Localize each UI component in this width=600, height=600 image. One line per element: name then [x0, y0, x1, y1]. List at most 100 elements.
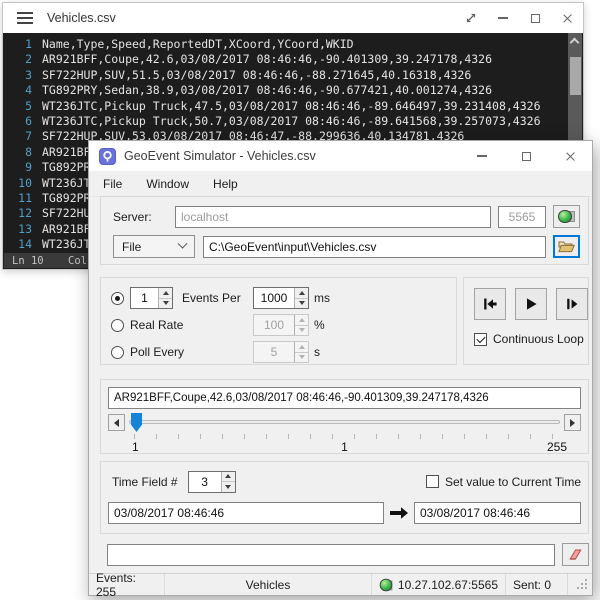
- real-rate-label: Real Rate: [130, 318, 183, 332]
- continuous-loop-checkbox[interactable]: [474, 333, 487, 346]
- slider-min-label: 1: [132, 440, 139, 454]
- minimize-button[interactable]: [460, 141, 504, 171]
- scrollbar-thumb[interactable]: [570, 57, 581, 95]
- connection-group: Server: File: [100, 196, 589, 265]
- log-row: [107, 543, 589, 566]
- left-arrow-icon: [114, 419, 119, 427]
- resize-grip-icon[interactable]: [577, 579, 588, 590]
- right-arrow-icon: [389, 506, 409, 520]
- menu-help[interactable]: Help: [203, 177, 248, 191]
- spinner-down-icon[interactable]: [295, 298, 308, 309]
- open-folder-icon: [558, 240, 575, 253]
- set-current-time-checkbox[interactable]: [426, 475, 439, 488]
- skip-to-start-icon: [481, 295, 499, 313]
- time-field-label: Time Field #: [112, 475, 178, 489]
- server-label: Server:: [113, 210, 175, 224]
- browse-file-button[interactable]: [553, 235, 580, 258]
- port-input[interactable]: [498, 206, 546, 228]
- playback-group: Continuous Loop: [463, 277, 589, 365]
- slider-ticks: [134, 434, 555, 439]
- slider-track[interactable]: [129, 420, 560, 424]
- endpoint-address: 10.27.102.67:5565: [398, 578, 498, 592]
- events-count-spinner[interactable]: 1: [130, 287, 173, 309]
- poll-every-spinner: 5: [253, 341, 309, 363]
- hamburger-menu-icon[interactable]: [17, 12, 33, 24]
- event-slider[interactable]: [108, 413, 581, 433]
- poll-every-label: Poll Every: [130, 345, 184, 359]
- events-per-label: Events Per: [182, 291, 241, 305]
- set-current-time-label: Set value to Current Time: [445, 475, 581, 489]
- spinner-up-icon[interactable]: [222, 472, 235, 482]
- connect-button[interactable]: [553, 205, 580, 228]
- play-icon: [522, 295, 540, 313]
- source-type-dropdown[interactable]: File: [113, 235, 195, 258]
- sent-count: Sent: 0: [513, 578, 551, 592]
- expand-icon[interactable]: [455, 3, 487, 33]
- line-indicator: Ln 10: [12, 255, 44, 267]
- right-arrow-icon: [570, 419, 575, 427]
- message-log-field[interactable]: [107, 544, 555, 566]
- spinner-up-icon[interactable]: [159, 288, 172, 298]
- maximize-button[interactable]: [519, 3, 551, 33]
- poll-unit-label: s: [314, 345, 320, 359]
- play-button[interactable]: [515, 288, 547, 320]
- simulator-title-bar: GeoEvent Simulator - Vehicles.csv: [89, 141, 592, 171]
- simulator-window-controls: [460, 141, 592, 171]
- slider-right-button[interactable]: [564, 414, 581, 431]
- simulator-window-title: GeoEvent Simulator - Vehicles.csv: [124, 149, 460, 163]
- editor-window-title: Vehicles.csv: [47, 11, 455, 25]
- spinner-up-icon[interactable]: [295, 288, 308, 298]
- time-field-spinner[interactable]: 3: [188, 471, 236, 493]
- chevron-down-icon: [178, 239, 188, 249]
- eraser-icon: [567, 548, 584, 561]
- csv-line: 2AR921BFF,Coupe,42.6,03/08/2017 08:46:46…: [4, 52, 582, 67]
- real-rate-radio[interactable]: [111, 319, 124, 332]
- menu-bar: File Window Help: [89, 171, 592, 197]
- interval-spinner[interactable]: 1000: [253, 287, 309, 309]
- skip-to-start-button[interactable]: [474, 288, 506, 320]
- connection-led-icon: [380, 578, 393, 591]
- editor-window-controls: [455, 3, 583, 33]
- slider-max-label: 255: [547, 440, 567, 454]
- real-rate-unit-label: %: [314, 318, 325, 332]
- close-button[interactable]: [551, 3, 583, 33]
- column-indicator: Col: [68, 255, 87, 267]
- current-event-field[interactable]: [108, 387, 581, 409]
- source-type-value: File: [122, 240, 179, 254]
- geoevent-logo-icon: [99, 148, 116, 165]
- real-rate-spinner: 100: [253, 314, 309, 336]
- geoevent-simulator-window: GeoEvent Simulator - Vehicles.csv File W…: [88, 140, 593, 596]
- minimize-button[interactable]: [487, 3, 519, 33]
- spinner-down-icon[interactable]: [159, 298, 172, 309]
- menu-file[interactable]: File: [93, 177, 132, 191]
- clear-log-button[interactable]: [562, 543, 589, 566]
- continuous-loop-label: Continuous Loop: [493, 332, 584, 346]
- slider-mid-label: 1: [341, 440, 348, 454]
- rate-group: 1 Events Per 1000 ms Real Rate 100: [100, 277, 457, 365]
- time-to-field[interactable]: [414, 502, 581, 524]
- events-per-radio[interactable]: [111, 292, 124, 305]
- time-from-field[interactable]: [108, 502, 384, 524]
- dataset-name: Vehicles: [246, 578, 291, 592]
- step-icon: [563, 295, 581, 313]
- spinner-down-icon[interactable]: [222, 481, 235, 492]
- events-count: Events: 255: [96, 571, 157, 599]
- scroll-up-icon[interactable]: [570, 38, 580, 48]
- maximize-button[interactable]: [504, 141, 548, 171]
- interval-unit-label: ms: [314, 291, 330, 305]
- server-input[interactable]: [175, 206, 491, 228]
- connect-led-icon: [558, 210, 575, 224]
- simulator-status-bar: Events: 255 Vehicles 10.27.102.67:5565 S…: [89, 573, 592, 595]
- menu-window[interactable]: Window: [136, 177, 199, 191]
- csv-line: 1Name,Type,Speed,ReportedDT,XCoord,YCoor…: [4, 37, 582, 52]
- csv-line: 5WT236JTC,Pickup Truck,47.5,03/08/2017 0…: [4, 99, 582, 114]
- slider-thumb[interactable]: [131, 413, 142, 432]
- file-path-input[interactable]: [203, 236, 546, 258]
- event-preview-group: 1 1 255: [100, 379, 589, 454]
- slider-left-button[interactable]: [108, 414, 125, 431]
- close-button[interactable]: [548, 141, 592, 171]
- screen: Vehicles.csv 1Name,Type,Speed,ReportedDT…: [0, 0, 600, 600]
- step-button[interactable]: [556, 288, 588, 320]
- poll-every-radio[interactable]: [111, 346, 124, 359]
- csv-line: 3SF722HUP,SUV,51.5,03/08/2017 08:46:46,-…: [4, 68, 582, 83]
